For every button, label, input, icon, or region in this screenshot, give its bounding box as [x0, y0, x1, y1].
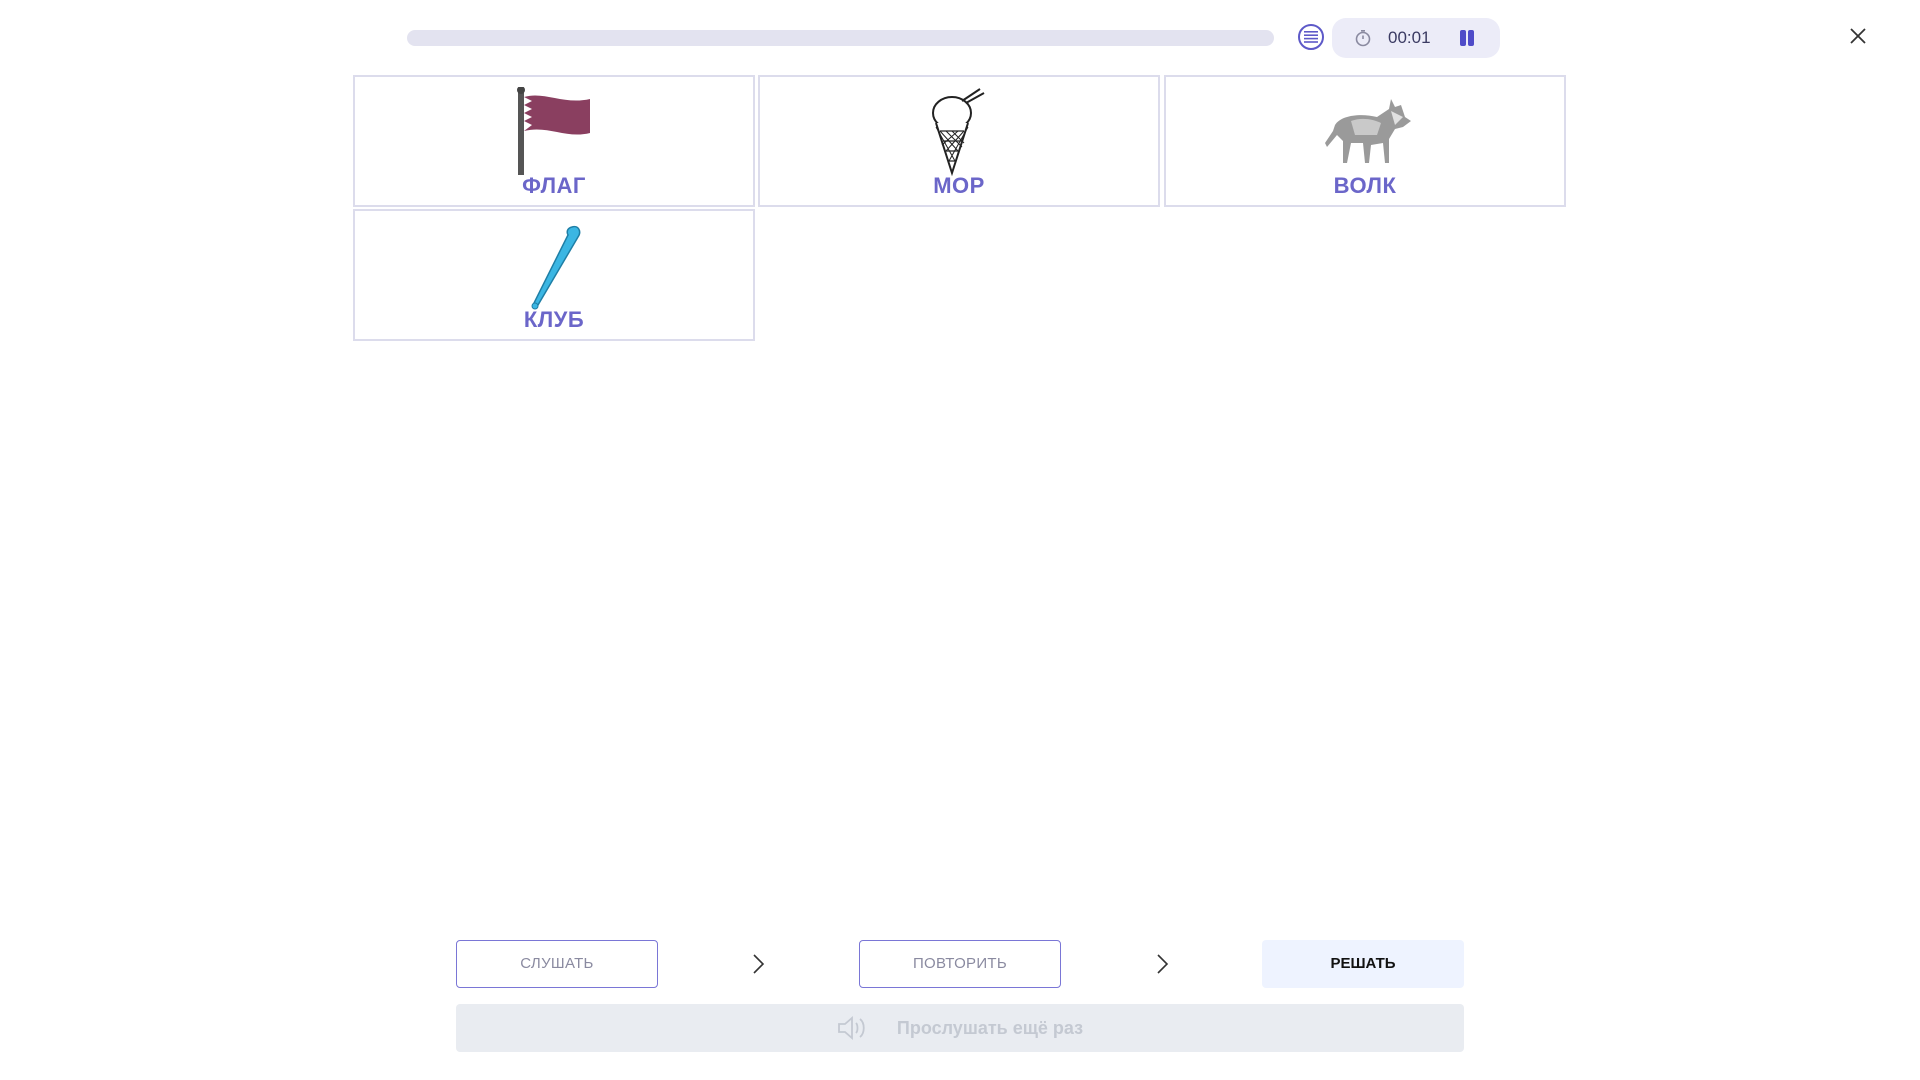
pause-icon — [1460, 30, 1466, 46]
timer-value: 00:01 — [1388, 28, 1431, 47]
word-card-flag[interactable]: ФЛАГ — [353, 75, 755, 207]
card-label: ВОЛК — [1333, 173, 1397, 198]
chevron-right-icon — [753, 954, 765, 974]
club-image — [355, 221, 753, 311]
repeat-step-button[interactable]: ПОВТОРИТЬ — [859, 940, 1061, 988]
pause-icon-bar — [1468, 30, 1474, 46]
ice-cream-image — [760, 87, 1158, 177]
chevron-right-icon — [1157, 954, 1169, 974]
speaker-icon — [838, 1016, 865, 1040]
progress-bar — [407, 30, 1274, 46]
timer-panel: 00:01 — [1332, 18, 1500, 58]
wolf-image — [1166, 87, 1564, 177]
word-card-volk[interactable]: ВОЛК — [1164, 75, 1566, 207]
list-icon — [1304, 31, 1318, 43]
steps-row: СЛУШАТЬ ПОВТОРИТЬ РЕШАТЬ — [0, 940, 1920, 988]
listen-step-button[interactable]: СЛУШАТЬ — [456, 940, 658, 988]
pause-button[interactable] — [1458, 29, 1476, 47]
close-icon[interactable] — [1846, 24, 1870, 48]
word-card-klub[interactable]: КЛУБ — [353, 209, 755, 341]
stopwatch-icon — [1355, 29, 1371, 47]
word-card-mor[interactable]: МОР — [758, 75, 1160, 207]
listen-again-content: Прослушать ещё раз — [456, 1004, 1464, 1052]
card-label: КЛУБ — [523, 307, 585, 332]
solve-step-button[interactable]: РЕШАТЬ — [1262, 940, 1464, 988]
listen-again-label: Прослушать ещё раз — [896, 1017, 1084, 1038]
flag-image — [355, 87, 753, 177]
listen-again-button[interactable]: Прослушать ещё раз — [456, 1004, 1464, 1052]
card-label: МОР — [933, 173, 985, 198]
top-bar: 00:01 — [0, 0, 1920, 76]
menu-button[interactable] — [1298, 24, 1324, 50]
card-label: ФЛАГ — [522, 173, 586, 198]
